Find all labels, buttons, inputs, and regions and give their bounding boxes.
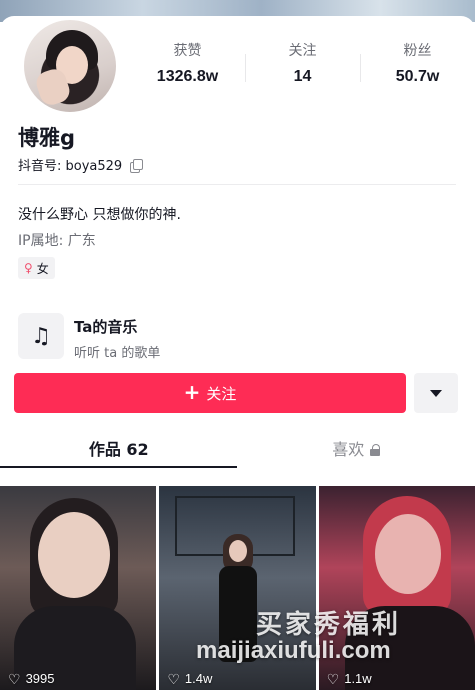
- stat-value: 1326.8w: [156, 68, 219, 85]
- plus-icon: +: [183, 380, 201, 404]
- copy-icon[interactable]: [130, 158, 144, 173]
- stat-label: 粉丝: [403, 43, 432, 59]
- heart-icon: ♡: [326, 670, 340, 687]
- video-like-count: ♡ 3995: [8, 671, 54, 686]
- stat-value: 14: [293, 68, 312, 85]
- more-options-button[interactable]: [414, 373, 458, 413]
- stat-followers[interactable]: 粉丝 50.7w: [360, 36, 475, 100]
- like-count: 1.4w: [184, 671, 213, 686]
- avatar[interactable]: [20, 16, 120, 116]
- video-grid: ♡ 3995 ♡ 1.4w ♡ 1.1w: [0, 486, 475, 690]
- heart-icon: ♡: [8, 670, 21, 687]
- video-thumbnail[interactable]: ♡ 3995: [0, 486, 157, 690]
- lock-icon: [370, 443, 381, 456]
- profile-name: 博雅g: [18, 126, 76, 150]
- music-subtitle: 听听 ta 的歌单: [74, 346, 161, 361]
- user-id-row: 抖音号: boya529: [18, 155, 144, 174]
- tab-label: 作品 62: [88, 440, 149, 459]
- stat-likes[interactable]: 获赞 1326.8w: [130, 36, 245, 100]
- follow-label: 关注: [206, 384, 237, 403]
- divider: [18, 184, 456, 185]
- music-note-icon[interactable]: ♫: [18, 313, 64, 359]
- stat-following[interactable]: 关注 14: [245, 36, 360, 100]
- tab-likes[interactable]: 喜欢: [238, 428, 475, 468]
- video-like-count: ♡ 1.1w: [327, 671, 372, 686]
- like-count: 3995: [25, 671, 55, 686]
- profile-tabs: 作品 62 喜欢: [0, 428, 475, 468]
- music-title[interactable]: Ta的音乐: [74, 316, 137, 337]
- tab-works[interactable]: 作品 62: [0, 428, 238, 468]
- stat-value: 50.7w: [395, 68, 440, 85]
- tab-label: 喜欢: [332, 440, 365, 459]
- profile-bio: 没什么野心 只想做你的神.: [18, 207, 181, 223]
- like-count: 1.1w: [344, 671, 372, 686]
- video-thumbnail[interactable]: ♡ 1.1w: [318, 486, 475, 690]
- female-icon: ♀: [24, 261, 33, 275]
- stats-row: 获赞 1326.8w 关注 14 粉丝 50.7w: [130, 36, 475, 100]
- video-thumbnail[interactable]: ♡ 1.4w: [159, 486, 316, 690]
- gender-tag: ♀ 女: [18, 257, 55, 279]
- stat-label: 关注: [288, 43, 317, 59]
- user-id-text: 抖音号: boya529: [18, 159, 123, 174]
- follow-button[interactable]: + 关注: [14, 373, 406, 413]
- stat-label: 获赞: [173, 43, 202, 59]
- video-like-count: ♡ 1.4w: [167, 671, 212, 686]
- caret-down-icon: [430, 389, 442, 397]
- gender-label: 女: [36, 261, 49, 276]
- active-tab-indicator: [0, 466, 237, 468]
- heart-icon: ♡: [167, 670, 180, 687]
- ip-location: IP属地: 广东: [18, 233, 96, 249]
